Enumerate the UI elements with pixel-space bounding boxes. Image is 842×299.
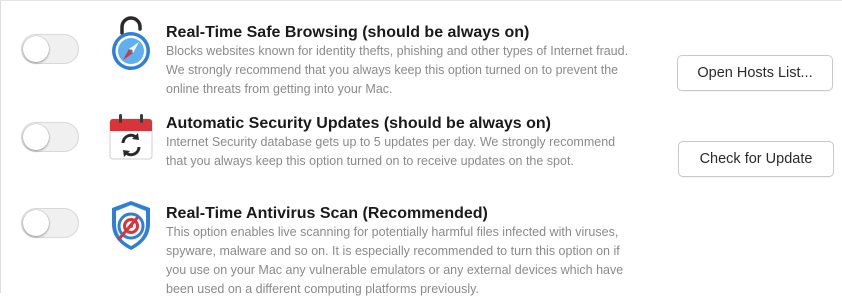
safe-browsing-description: Blocks websites known for identity theft…: [166, 42, 628, 99]
description-line: been used on a different computing platf…: [166, 282, 479, 296]
automatic-updates-title: Automatic Security Updates (should be al…: [166, 115, 551, 132]
safe-browsing-toggle[interactable]: [21, 34, 79, 64]
description-line: you use on your Mac any vulnerable emula…: [166, 263, 624, 277]
antivirus-scan-description: This option enables live scanning for po…: [166, 223, 623, 299]
antivirus-shield-icon: [105, 197, 157, 253]
check-for-update-button[interactable]: Check for Update: [678, 141, 834, 177]
safe-browsing-title: Real-Time Safe Browsing (should be alway…: [166, 24, 530, 41]
description-line: We strongly recommend that you always ke…: [166, 63, 619, 77]
description-line: Internet Security database gets up to 5 …: [166, 135, 616, 149]
description-line: online threats from getting into your Ma…: [166, 82, 393, 96]
open-hosts-list-button[interactable]: Open Hosts List...: [677, 55, 833, 91]
antivirus-scan-title: Real-Time Antivirus Scan (Recommended): [166, 205, 488, 222]
automatic-updates-toggle[interactable]: [21, 122, 79, 152]
automatic-updates-description: Internet Security database gets up to 5 …: [166, 133, 615, 171]
toggle-knob: [23, 210, 49, 236]
calendar-update-icon: [105, 109, 157, 165]
antivirus-scan-toggle[interactable]: [21, 208, 79, 238]
description-line: This option enables live scanning for po…: [166, 225, 619, 239]
toggle-knob: [23, 36, 49, 62]
description-line: that you always keep this option turned …: [166, 154, 574, 168]
description-line: spyware, malware and so on. It is especi…: [166, 244, 620, 258]
security-settings-panel: Real-Time Safe Browsing (should be alway…: [0, 0, 842, 296]
safe-browsing-compass-lock-icon: [105, 15, 157, 71]
description-line: Blocks websites known for identity theft…: [166, 44, 629, 58]
toggle-knob: [23, 124, 49, 150]
